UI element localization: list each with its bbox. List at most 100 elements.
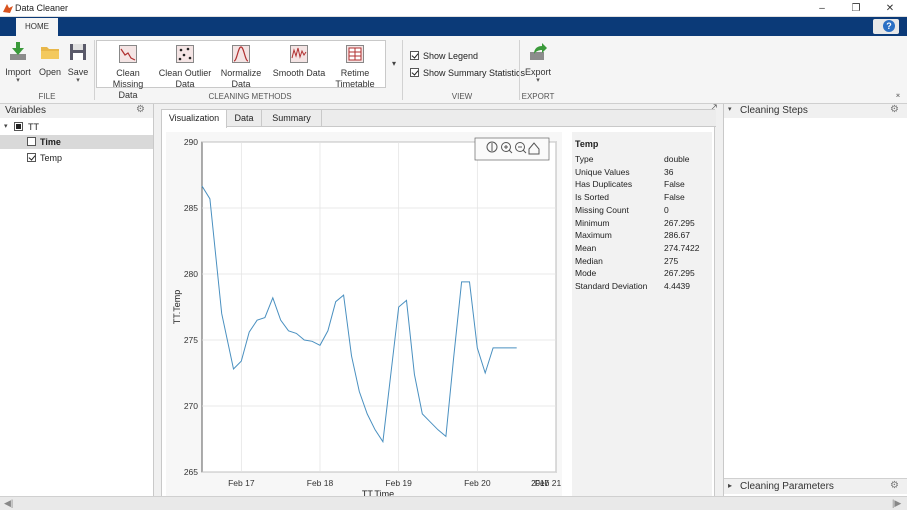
time-checkbox[interactable] xyxy=(27,137,36,146)
tab-home[interactable]: HOME xyxy=(16,18,58,36)
stat-value: 286.67 xyxy=(664,230,690,241)
tree-item-label: Time xyxy=(40,137,61,147)
ribbon-tabstrip: HOME ? xyxy=(0,17,907,36)
document-tabs: Visualization Data Summary xyxy=(162,110,716,128)
status-bar: ◀| |▶ xyxy=(0,496,907,510)
show-legend-checkbox[interactable]: Show Legend xyxy=(410,51,478,61)
smooth-data-label: Smooth Data xyxy=(272,68,326,78)
stat-row: Unique Values 36 xyxy=(575,166,712,178)
x-tick-label: Feb 20 xyxy=(464,478,491,488)
collapse-ribbon-icon[interactable]: ⌅ xyxy=(893,89,903,100)
stat-row: Standard Deviation 4.4439 xyxy=(575,280,712,292)
x-tick-label: Feb 19 xyxy=(385,478,412,488)
show-legend-check-icon xyxy=(410,51,419,60)
file-section-label: FILE xyxy=(38,92,56,101)
cleaning-steps-gear-icon[interactable]: ⚙ xyxy=(890,104,899,115)
show-summary-statistics-checkbox[interactable]: Show Summary Statistics xyxy=(410,68,525,78)
tree-item-temp[interactable]: Temp xyxy=(0,151,153,165)
view-section-label: VIEW xyxy=(451,92,473,101)
stat-name: Is Sorted xyxy=(575,192,610,203)
ribbon-divider xyxy=(402,40,403,100)
stat-value: 267.295 xyxy=(664,268,695,279)
x-tick-label: Feb 18 xyxy=(307,478,334,488)
clean-missing-label-2: Missing Data xyxy=(112,79,144,100)
stat-value: False xyxy=(664,179,685,190)
cleaning-steps-header[interactable]: ▾ Cleaning Steps ⚙ xyxy=(724,104,907,118)
ribbon: Import ▾ Open Save ▾ FILE Clean Missing … xyxy=(0,36,907,104)
stat-name: Has Duplicates xyxy=(575,179,633,190)
import-icon xyxy=(10,42,26,60)
variables-gear-icon[interactable]: ⚙ xyxy=(136,104,145,115)
expand-arrow-icon[interactable]: ▸ xyxy=(728,481,732,490)
cleaning-steps-panel: ▾ Cleaning Steps ⚙ ▸ Cleaning Parameters… xyxy=(723,104,907,496)
x-tick-labels: Feb 17 Feb 18 Feb 19 Feb 20 Feb 21 xyxy=(228,478,561,488)
axes-toolbar xyxy=(474,137,550,161)
stat-value: 4.4439 xyxy=(664,281,690,291)
tab-data[interactable]: Data xyxy=(227,110,262,127)
import-dropdown-icon: ▾ xyxy=(16,77,20,84)
stats-title: Temp xyxy=(575,139,599,149)
tree-item-time[interactable]: Time xyxy=(0,135,153,149)
smooth-data-icon xyxy=(290,45,308,63)
y-tick-label: 280 xyxy=(184,269,198,279)
cleaning-parameters-gear-icon[interactable]: ⚙ xyxy=(890,480,899,491)
stat-row: Mode 267.295 xyxy=(575,267,712,279)
close-button[interactable]: ✕ xyxy=(875,0,905,17)
help-button[interactable]: ? xyxy=(873,19,899,34)
show-summary-check-icon xyxy=(410,68,419,77)
y-tick-label: 275 xyxy=(184,335,198,345)
clean-missing-data-icon xyxy=(119,45,137,63)
cleaning-parameters-header[interactable]: ▸ Cleaning Parameters ⚙ xyxy=(724,478,907,494)
cleaning-steps-title: Cleaning Steps xyxy=(740,105,808,116)
x-axis-year-label: 2017 xyxy=(531,479,549,488)
stat-name: Mean xyxy=(575,242,597,253)
scroll-left-icon[interactable]: ◀| xyxy=(4,498,13,509)
stat-value: 275 xyxy=(664,255,679,266)
title-bar: Data Cleaner – ❐ ✕ xyxy=(0,0,907,17)
variables-panel: Variables ⚙ ▾ TT Time Temp xyxy=(0,104,154,496)
smooth-data-button[interactable]: Smooth Data xyxy=(270,45,328,79)
stat-name: Median xyxy=(575,255,603,266)
temp-checkbox[interactable] xyxy=(27,153,36,162)
y-tick-label: 285 xyxy=(184,203,198,213)
clean-outlier-data-button[interactable]: Clean Outlier Data xyxy=(158,45,212,90)
export-button[interactable]: Export ▾ xyxy=(522,42,554,84)
maximize-button[interactable]: ❐ xyxy=(841,0,871,17)
expand-arrow-icon[interactable]: ▾ xyxy=(4,120,8,134)
stat-name: Maximum xyxy=(575,230,612,241)
open-label: Open xyxy=(38,67,62,77)
stat-value: 274.7422 xyxy=(664,242,700,253)
clean-missing-data-button[interactable]: Clean Missing Data xyxy=(102,45,154,101)
scroll-right-icon[interactable]: |▶ xyxy=(892,498,901,509)
save-dropdown-icon: ▾ xyxy=(76,77,80,84)
clean-missing-label-1: Clean xyxy=(116,68,140,78)
import-button[interactable]: Import ▾ xyxy=(4,42,32,84)
tab-visualization[interactable]: Visualization xyxy=(162,110,227,128)
stat-value: False xyxy=(664,192,685,203)
variables-panel-title: Variables xyxy=(0,104,153,118)
y-tick-label: 290 xyxy=(184,137,198,147)
plot-area[interactable]: 265 270 275 280 285 290 Feb 17 Feb 18 Feb 19 Feb… xyxy=(166,132,562,502)
tree-item-label: TT xyxy=(28,122,39,132)
stat-value: 36 xyxy=(664,166,674,177)
stat-row: Type double xyxy=(575,153,712,165)
stat-row: Has Duplicates False xyxy=(575,178,712,190)
cleaning-methods-section-label: CLEANING METHODS xyxy=(208,92,292,101)
open-button[interactable]: Open xyxy=(37,42,63,78)
save-button[interactable]: Save ▾ xyxy=(66,42,90,84)
tree-item-tt[interactable]: ▾ TT xyxy=(0,120,153,134)
cleaning-gallery-expand-icon[interactable]: ▾ xyxy=(388,58,400,69)
tt-checkbox[interactable] xyxy=(14,122,23,131)
retime-timetable-button[interactable]: Retime Timetable xyxy=(332,45,378,90)
retime-label-1: Retime xyxy=(340,68,370,78)
clean-outlier-label-2: Data xyxy=(175,79,195,89)
minimize-button[interactable]: – xyxy=(807,0,837,17)
normalize-label-1: Normalize xyxy=(220,68,262,78)
matlab-app-icon xyxy=(3,4,13,13)
stat-name: Type xyxy=(575,154,594,164)
ribbon-divider xyxy=(519,40,520,100)
collapse-arrow-icon[interactable]: ▾ xyxy=(728,105,732,113)
normalize-data-button[interactable]: Normalize Data xyxy=(217,45,265,90)
temp-line-chart[interactable]: 265 270 275 280 285 290 Feb 17 Feb 18 Feb 19 Feb… xyxy=(166,132,562,502)
tab-summary[interactable]: Summary xyxy=(262,110,322,127)
